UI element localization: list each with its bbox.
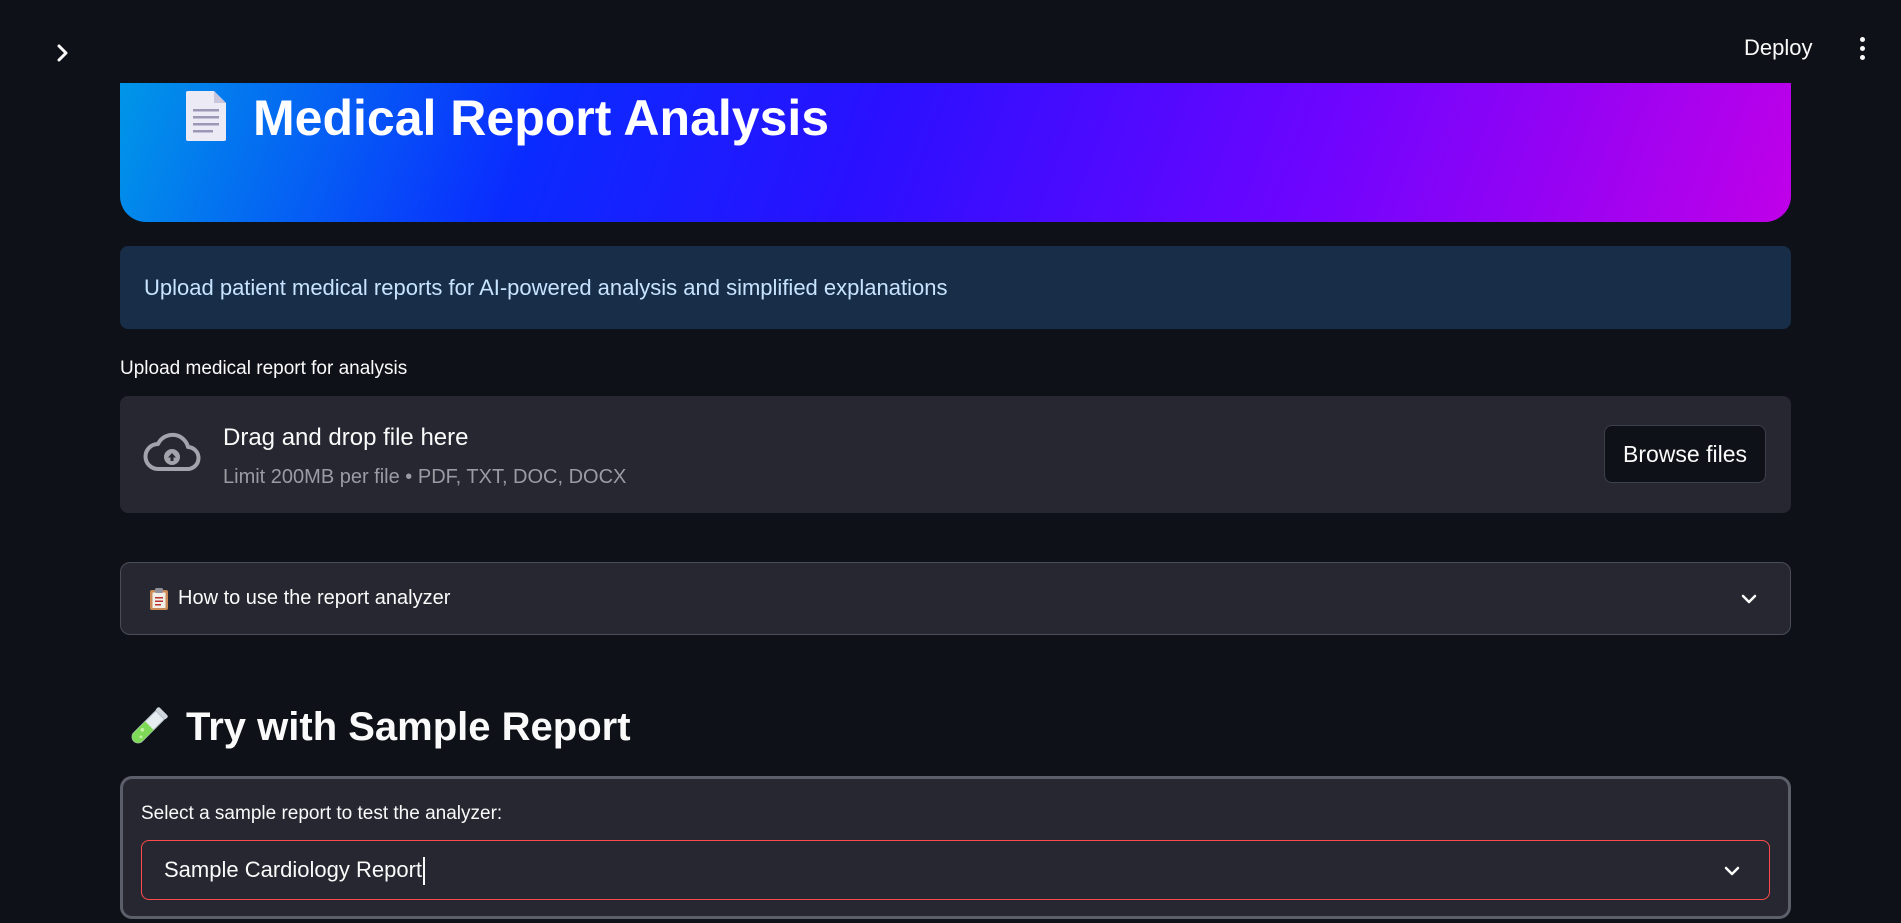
test-tube-icon	[131, 707, 168, 744]
page-title: Medical Report Analysis	[253, 90, 830, 146]
sample-select-value: Sample Cardiology Report	[164, 857, 423, 882]
chevron-right-icon	[57, 44, 68, 62]
sample-form: Select a sample report to test the analy…	[120, 776, 1791, 919]
deploy-button[interactable]: Deploy	[1744, 33, 1812, 63]
chevron-down-icon	[1724, 866, 1740, 876]
app-page: Deploy Medical Report Analysis Upload pa…	[0, 0, 1901, 923]
file-dropzone[interactable]: Drag and drop file here Limit 200MB per …	[120, 396, 1791, 513]
kebab-menu-icon	[1859, 36, 1865, 42]
info-banner: Upload patient medical reports for AI-po…	[120, 246, 1791, 329]
chevron-down-icon	[1741, 594, 1757, 604]
sample-select-label: Select a sample report to test the analy…	[141, 803, 503, 824]
main-menu-button[interactable]	[1852, 33, 1872, 63]
document-icon	[186, 91, 226, 141]
dropzone-title: Drag and drop file here	[223, 424, 469, 451]
sidebar-toggle-button[interactable]	[50, 40, 76, 66]
dropzone-limits: Limit 200MB per file • PDF, TXT, DOC, DO…	[223, 466, 627, 488]
expander-label: How to use the report analyzer	[178, 587, 451, 609]
sample-report-select[interactable]: Sample Cardiology Report	[141, 840, 1770, 900]
text-cursor	[423, 857, 426, 886]
info-text: Upload patient medical reports for AI-po…	[144, 274, 948, 300]
cloud-upload-icon	[143, 432, 201, 471]
how-to-use-expander[interactable]: How to use the report analyzer	[120, 562, 1791, 635]
clipboard-icon	[150, 588, 168, 610]
sample-section-heading: Try with Sample Report	[186, 705, 631, 749]
hero-banner: Medical Report Analysis	[120, 83, 1791, 222]
uploader-label: Upload medical report for analysis	[120, 358, 408, 379]
browse-files-button[interactable]: Browse files	[1604, 425, 1766, 483]
